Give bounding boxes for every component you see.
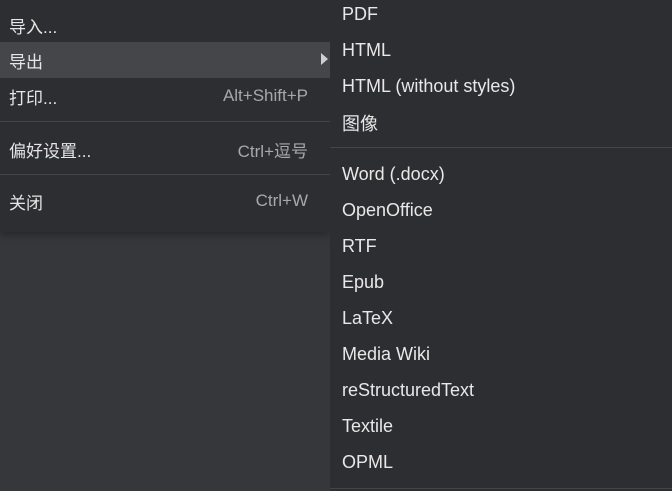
export-restructuredtext[interactable]: reStructuredText [330, 372, 672, 408]
export-textile-label: Textile [342, 415, 394, 436]
submenu-divider [330, 488, 672, 489]
export-submenu: PDF HTML HTML (without styles) 图像 Word (… [330, 0, 672, 491]
export-pdf[interactable]: PDF [330, 0, 672, 32]
menu-divider [0, 174, 330, 175]
file-menu: 导入... 导出 打印... Alt+Shift+P 偏好设置... Ctrl+… [0, 0, 330, 232]
chevron-right-icon [321, 53, 328, 65]
menu-item-preferences-label: 偏好设置... [9, 141, 92, 161]
menu-item-preferences[interactable]: 偏好设置... Ctrl+逗号 [0, 131, 330, 167]
export-rtf[interactable]: RTF [330, 228, 672, 264]
menu-item-preferences-shortcut: Ctrl+逗号 [237, 141, 308, 161]
export-textile[interactable]: Textile [330, 408, 672, 444]
export-html-without-styles[interactable]: HTML (without styles) [330, 68, 672, 104]
menu-item-export[interactable]: 导出 [0, 42, 330, 78]
export-media-wiki-label: Media Wiki [342, 343, 431, 364]
export-image[interactable]: 图像 [330, 105, 672, 141]
export-rtf-label: RTF [342, 235, 377, 256]
menu-item-export-label: 导出 [9, 52, 43, 72]
menu-item-close[interactable]: 关闭 Ctrl+W [0, 183, 330, 219]
export-epub[interactable]: Epub [330, 264, 672, 300]
export-pdf-label: PDF [342, 3, 378, 24]
menu-item-print[interactable]: 打印... Alt+Shift+P [0, 78, 330, 114]
export-word-label: Word (.docx) [342, 163, 445, 184]
export-opml[interactable]: OPML [330, 444, 672, 480]
menu-divider [0, 121, 330, 122]
menu-item-import[interactable]: 导入... [0, 7, 330, 43]
export-openoffice[interactable]: OpenOffice [330, 192, 672, 228]
export-html-without-styles-label: HTML (without styles) [342, 75, 516, 96]
menu-item-import-label: 导入... [9, 17, 58, 37]
submenu-divider [330, 147, 672, 148]
export-opml-label: OPML [342, 451, 394, 472]
menu-item-print-shortcut: Alt+Shift+P [222, 86, 308, 105]
menu-item-close-shortcut: Ctrl+W [255, 191, 308, 210]
menu-item-print-label: 打印... [9, 88, 58, 108]
export-word[interactable]: Word (.docx) [330, 156, 672, 192]
export-restructuredtext-label: reStructuredText [342, 379, 475, 400]
export-openoffice-label: OpenOffice [342, 199, 433, 220]
export-media-wiki[interactable]: Media Wiki [330, 336, 672, 372]
menu-item-close-label: 关闭 [9, 193, 43, 213]
export-image-label: 图像 [342, 114, 378, 134]
export-epub-label: Epub [342, 271, 385, 292]
export-html-label: HTML [342, 39, 391, 60]
export-latex[interactable]: LaTeX [330, 300, 672, 336]
export-html[interactable]: HTML [330, 32, 672, 68]
export-latex-label: LaTeX [342, 307, 394, 328]
